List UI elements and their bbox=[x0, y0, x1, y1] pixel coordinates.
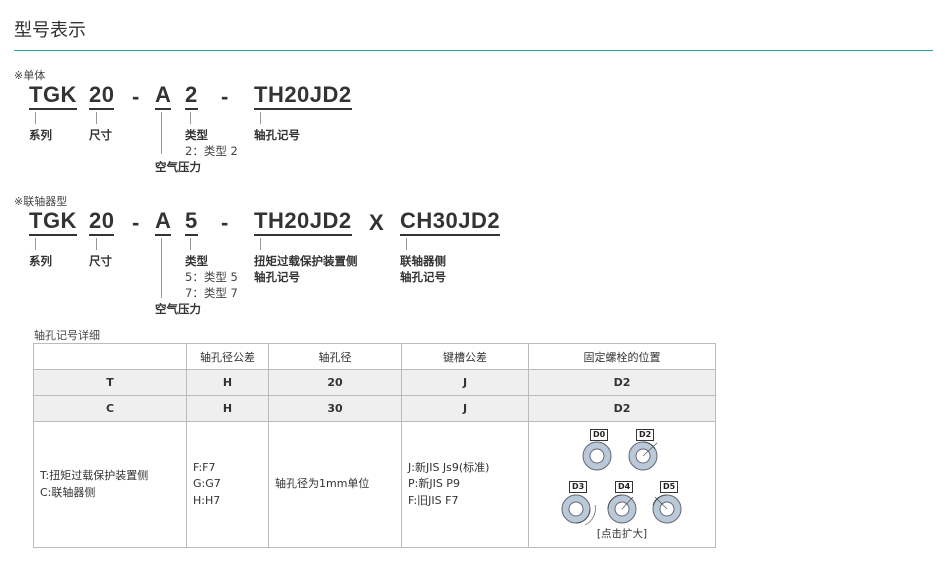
type-option: 7：类型 7 bbox=[185, 286, 238, 300]
table-cell: D2 bbox=[528, 369, 716, 396]
connector-line bbox=[96, 112, 97, 124]
table-cell: C bbox=[33, 395, 187, 422]
label-coupling-side: 联轴器侧 bbox=[400, 254, 446, 268]
label-air-pressure: 空气压力 bbox=[155, 160, 201, 174]
enlarge-link[interactable]: [点击扩大] bbox=[535, 526, 709, 543]
label-series: 系列 bbox=[29, 128, 52, 142]
label-series: 系列 bbox=[29, 254, 52, 268]
connector-line bbox=[35, 238, 36, 250]
code-series: TGK bbox=[29, 84, 77, 110]
code-x: X bbox=[369, 210, 385, 235]
table-cell: F:F7 G:G7 H:H7 bbox=[186, 421, 269, 548]
type-option: 2：类型 2 bbox=[185, 144, 238, 158]
table-detail-row: T:扭矩过载保护装置侧 C:联轴器侧 F:F7 G:G7 H:H7 轴孔径为1m… bbox=[33, 421, 716, 548]
table-cell: D2 bbox=[528, 395, 716, 422]
table-cell: J bbox=[401, 395, 529, 422]
code-air: A bbox=[155, 210, 172, 236]
table-cell: J:新JIS Js9(标准) P:新JIS P9 F:旧JIS F7 bbox=[401, 421, 529, 548]
table-cell: J bbox=[401, 369, 529, 396]
table-header-cell: 键槽公差 bbox=[401, 343, 529, 370]
detail-text: T:扭矩过载保护装置侧 bbox=[40, 469, 149, 482]
table-cell: H bbox=[186, 395, 269, 422]
label-type: 类型 bbox=[185, 128, 208, 142]
code-coupling-shaft: CH30JD2 bbox=[400, 210, 501, 236]
connector-line bbox=[190, 238, 191, 250]
code-dash: - bbox=[221, 210, 229, 235]
page-title: 型号表示 bbox=[14, 20, 86, 41]
code-dash: - bbox=[132, 84, 140, 109]
table-caption: 轴孔记号详细 bbox=[34, 329, 100, 342]
detail-text: F:F7 bbox=[193, 460, 216, 474]
code-air: A bbox=[155, 84, 172, 110]
hub-d3 bbox=[561, 494, 596, 525]
code-size: 20 bbox=[89, 210, 115, 236]
code-type: 5 bbox=[185, 210, 198, 236]
label-protect-side: 扭矩过载保护装置侧 bbox=[254, 254, 358, 268]
label-type: 类型 bbox=[185, 254, 208, 268]
detail-text: 轴孔径为1mm单位 bbox=[275, 477, 370, 491]
connector-line bbox=[406, 238, 407, 250]
label-shaft-code: 轴孔记号 bbox=[400, 270, 446, 284]
table-cell: 20 bbox=[268, 369, 402, 396]
diagram-label: D2 bbox=[636, 428, 655, 441]
single-note: ※单体 bbox=[14, 69, 46, 82]
connector-line bbox=[35, 112, 36, 124]
code-series: TGK bbox=[29, 210, 77, 236]
diagram-label: D0 bbox=[590, 428, 609, 441]
table-row: C H 30 J D2 bbox=[33, 395, 716, 422]
detail-text: G:G7 bbox=[193, 477, 221, 491]
detail-text: F:旧JIS F7 bbox=[408, 493, 459, 507]
connector-line bbox=[161, 238, 162, 298]
table-header-cell: 轴孔径 bbox=[268, 343, 402, 370]
diagram-label: D4 bbox=[615, 480, 634, 493]
diagram-label: D5 bbox=[660, 480, 679, 493]
label-shaft-code: 轴孔记号 bbox=[254, 128, 300, 142]
table-header-row: 轴孔径公差 轴孔径 键槽公差 固定螺栓的位置 bbox=[33, 343, 716, 370]
coupling-note: ※联轴器型 bbox=[14, 195, 68, 208]
table-header-cell: 固定螺栓的位置 bbox=[528, 343, 716, 370]
table-header-cell: 轴孔径公差 bbox=[186, 343, 269, 370]
label-shaft-code: 轴孔记号 bbox=[254, 270, 300, 284]
table-cell: H bbox=[186, 369, 269, 396]
connector-line bbox=[190, 112, 191, 124]
table-cell: 30 bbox=[268, 395, 402, 422]
type-option: 5：类型 5 bbox=[185, 270, 238, 284]
detail-text: C:联轴器侧 bbox=[40, 485, 96, 499]
connector-line bbox=[161, 112, 162, 154]
connector-line bbox=[260, 112, 261, 124]
label-air-pressure: 空气压力 bbox=[155, 302, 201, 316]
connector-line bbox=[260, 238, 261, 250]
label-size: 尺寸 bbox=[89, 128, 112, 142]
code-type: 2 bbox=[185, 84, 198, 110]
detail-text: H:H7 bbox=[193, 493, 221, 507]
table-row: T H 20 J D2 bbox=[33, 369, 716, 396]
code-protect-shaft: TH20JD2 bbox=[254, 210, 352, 236]
hub-d4 bbox=[607, 494, 637, 523]
table-cell: T bbox=[33, 369, 187, 396]
code-dash: - bbox=[132, 210, 140, 235]
code-size: 20 bbox=[89, 84, 115, 110]
title-divider bbox=[14, 50, 933, 51]
detail-text: J:新JIS Js9(标准) bbox=[408, 460, 490, 474]
hub-d2 bbox=[628, 441, 658, 470]
detail-text: P:新JIS P9 bbox=[408, 477, 460, 491]
code-dash: - bbox=[221, 84, 229, 109]
hub-d0 bbox=[582, 441, 612, 470]
table-cell: D0 D2 D3 D4 D5 [点击扩大] bbox=[528, 421, 716, 548]
code-shaft: TH20JD2 bbox=[254, 84, 352, 110]
diagram-label: D3 bbox=[569, 480, 588, 493]
connector-line bbox=[96, 238, 97, 250]
table-header-cell bbox=[33, 343, 187, 370]
label-size: 尺寸 bbox=[89, 254, 112, 268]
bolt-position-diagram[interactable]: D0 D2 D3 D4 D5 [点击扩大] bbox=[535, 425, 709, 545]
shaft-code-table: 轴孔径公差 轴孔径 键槽公差 固定螺栓的位置 T H 20 J D2 C H 3… bbox=[33, 343, 716, 548]
table-cell: 轴孔径为1mm单位 bbox=[268, 421, 402, 548]
table-cell: T:扭矩过载保护装置侧 C:联轴器侧 bbox=[33, 421, 187, 548]
hub-d5 bbox=[652, 494, 682, 523]
